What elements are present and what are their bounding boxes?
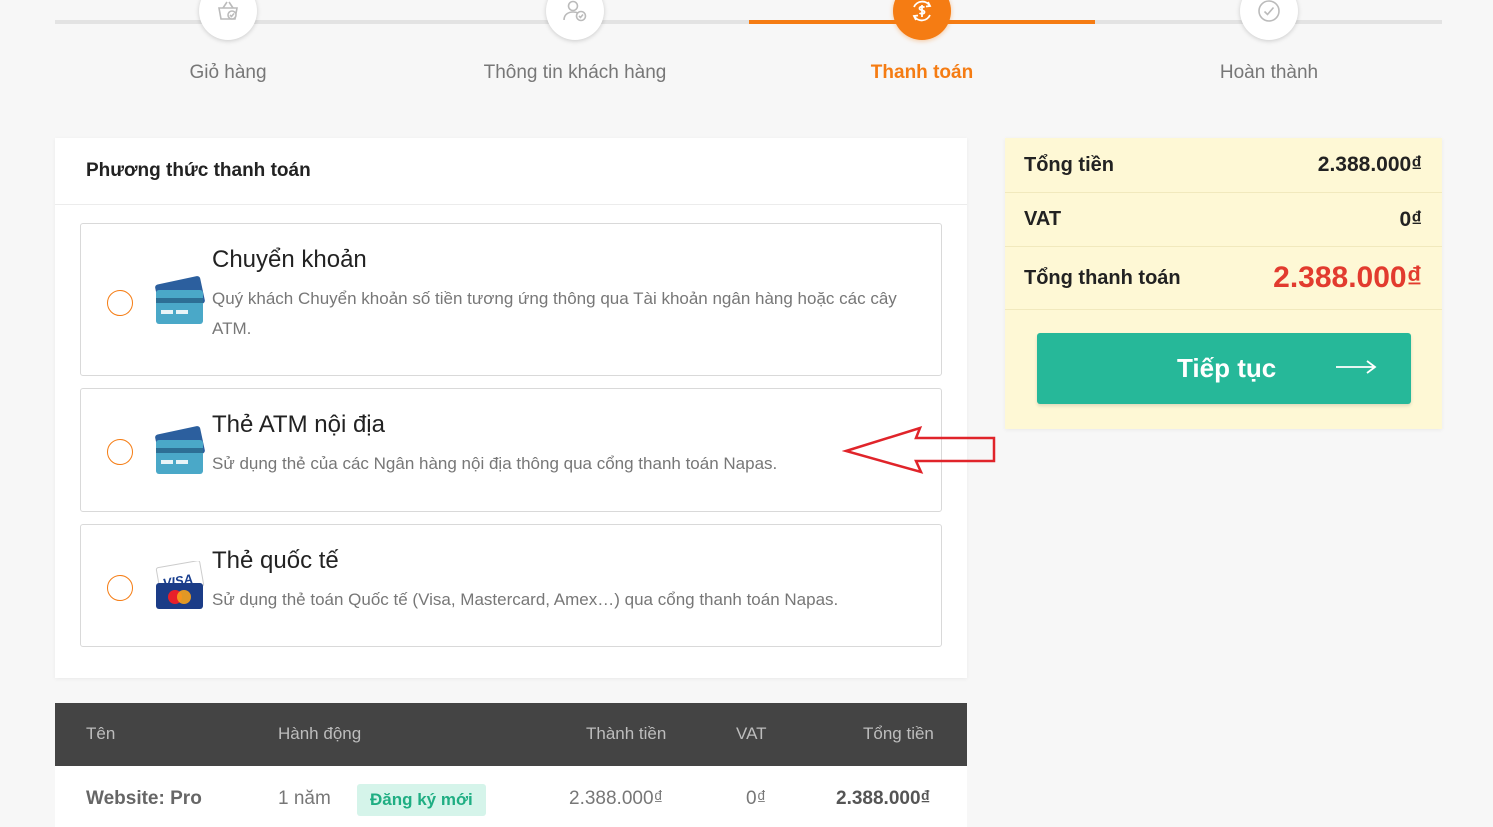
step-label: Hoàn thành [1219, 62, 1319, 83]
method-description: Sử dụng thẻ của các Ngân hàng nội địa th… [212, 454, 778, 473]
row-duration: 1 năm [278, 788, 331, 809]
col-header-amount: Thành tiền [586, 724, 667, 743]
summary-grand-label: Tổng thanh toán [1024, 266, 1181, 289]
step-label: Thông tin khách hàng [483, 62, 667, 83]
col-header-action: Hành động [278, 724, 362, 743]
method-title: Thẻ quốc tế [212, 547, 339, 574]
summary-grand-row: Tổng thanh toán 2.388.000₫ [1005, 247, 1442, 310]
row-total: 2.388.000₫ [836, 788, 931, 809]
payment-method-international-card[interactable]: VISA Thẻ quốc tế Sử dụng thẻ toán Quốc t… [80, 524, 942, 647]
method-title: Chuyển khoản [212, 246, 367, 273]
panel-title: Phương thức thanh toán [55, 138, 967, 205]
summary-total-value: 2.388.000₫ [1317, 153, 1422, 176]
new-registration-badge: Đăng ký mới [357, 784, 486, 816]
summary-total-label: Tổng tiền [1024, 153, 1114, 176]
step-label: Giỏ hàng [189, 62, 267, 83]
continue-button-label: Tiếp tục [1177, 353, 1277, 383]
order-table-header: Tên Hành động Thành tiền VAT Tổng tiền [55, 703, 967, 766]
payment-method-atm[interactable]: Thẻ ATM nội địa Sử dụng thẻ của các Ngân… [80, 388, 942, 512]
order-summary: Tổng tiền 2.388.000₫ VAT 0₫ Tổng thanh t… [1005, 138, 1442, 429]
col-header-total: Tổng tiền [863, 724, 934, 743]
check-circle-icon [1240, 0, 1298, 40]
col-header-name: Tên [86, 724, 116, 743]
col-header-vat: VAT [736, 724, 767, 743]
checkout-stepper: Giỏ hàng Thông tin khách hàng Thanh toán… [55, 0, 1442, 100]
radio-international-card[interactable] [107, 575, 133, 601]
arrow-right-icon [1336, 360, 1377, 374]
method-description: Sử dụng thẻ toán Quốc tế (Visa, Masterca… [212, 590, 839, 609]
row-vat: 0₫ [746, 788, 767, 809]
summary-grand-value: 2.388.000₫ [1273, 261, 1422, 294]
summary-vat-value: 0₫ [1399, 207, 1422, 231]
payment-dollar-icon [893, 0, 951, 40]
summary-vat-label: VAT [1024, 208, 1062, 230]
radio-bank-transfer[interactable] [107, 290, 133, 316]
row-amount: 2.388.000₫ [569, 788, 664, 809]
method-description: Quý khách Chuyển khoản số tiền tương ứng… [212, 289, 897, 338]
continue-button[interactable]: Tiếp tục [1037, 333, 1411, 404]
row-name: Website: Pro [86, 788, 202, 809]
step-track [55, 20, 749, 24]
method-title: Thẻ ATM nội địa [212, 411, 385, 438]
summary-total-row: Tổng tiền 2.388.000₫ [1005, 138, 1442, 193]
bank-card-icon [155, 276, 205, 324]
user-check-icon [546, 0, 604, 40]
visa-mastercard-icon: VISA [155, 561, 205, 609]
table-row: Website: Pro 1 năm Đăng ký mới 2.388.000… [55, 766, 967, 827]
cart-check-icon [199, 0, 257, 40]
radio-atm[interactable] [107, 439, 133, 465]
payment-method-bank-transfer[interactable]: Chuyển khoản Quý khách Chuyển khoản số t… [80, 223, 942, 376]
summary-vat-row: VAT 0₫ [1005, 193, 1442, 247]
step-label: Thanh toán [870, 62, 974, 83]
annotation-arrow-icon [842, 426, 996, 474]
atm-card-icon [155, 426, 205, 474]
payment-method-panel: Phương thức thanh toán Chuyển khoản Quý … [55, 138, 967, 678]
